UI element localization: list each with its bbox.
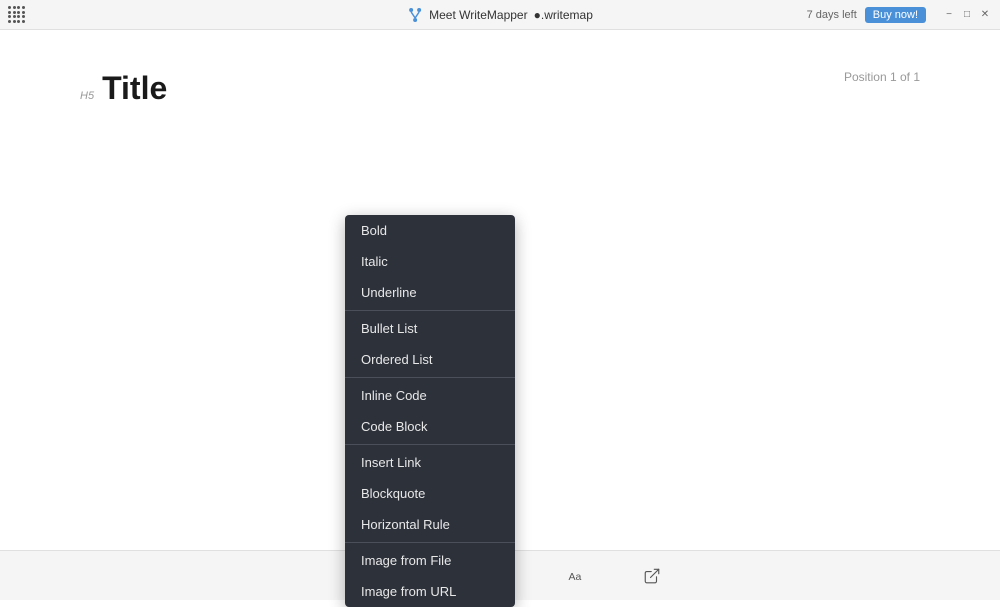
days-left: 7 days left	[807, 9, 857, 21]
menu-divider-3	[345, 444, 515, 445]
font-size-icon: Aa	[567, 567, 585, 585]
grid-icon[interactable]	[8, 6, 22, 23]
close-button[interactable]: ✕	[978, 8, 992, 22]
export-icon	[643, 567, 661, 585]
logo-icon	[407, 7, 423, 23]
export-button[interactable]	[634, 558, 670, 594]
app-domain: ●.writemap	[534, 8, 593, 22]
menu-divider-4	[345, 542, 515, 543]
app-title-bar: Meet WriteMapper ●.writemap	[407, 7, 593, 23]
menu-item-underline[interactable]: Underline	[345, 277, 515, 308]
doc-title[interactable]: Title	[102, 70, 167, 107]
menu-item-horizontal-rule[interactable]: Horizontal Rule	[345, 509, 515, 540]
menu-item-code-block[interactable]: Code Block	[345, 411, 515, 442]
menu-item-image-from-url[interactable]: Image from URL	[345, 576, 515, 607]
document-area: H5 Title Position 1 of 1	[0, 30, 1000, 167]
menu-divider-1	[345, 310, 515, 311]
window-controls: − □ ✕	[942, 8, 992, 22]
svg-text:Aa: Aa	[569, 570, 582, 582]
menu-item-bold[interactable]: Bold	[345, 215, 515, 246]
context-menu: Bold Italic Underline Bullet List Ordere…	[345, 215, 515, 607]
title-bar-left	[8, 6, 22, 23]
main-content: H5 Title Position 1 of 1 Bold Italic Und…	[0, 30, 1000, 550]
maximize-button[interactable]: □	[960, 8, 974, 22]
menu-item-blockquote[interactable]: Blockquote	[345, 478, 515, 509]
menu-item-bullet-list[interactable]: Bullet List	[345, 313, 515, 344]
title-bar-right: 7 days left Buy now! − □ ✕	[807, 7, 992, 23]
menu-item-insert-link[interactable]: Insert Link	[345, 447, 515, 478]
doc-header: H5 Title	[80, 70, 920, 107]
font-button[interactable]: Aa	[558, 558, 594, 594]
menu-item-italic[interactable]: Italic	[345, 246, 515, 277]
position-indicator: Position 1 of 1	[844, 70, 920, 84]
menu-divider-2	[345, 377, 515, 378]
menu-item-inline-code[interactable]: Inline Code	[345, 380, 515, 411]
minimize-button[interactable]: −	[942, 8, 956, 22]
menu-item-image-from-file[interactable]: Image from File	[345, 545, 515, 576]
heading-tag: H5	[80, 90, 94, 102]
buy-now-button[interactable]: Buy now!	[865, 7, 926, 23]
menu-item-ordered-list[interactable]: Ordered List	[345, 344, 515, 375]
title-bar: Meet WriteMapper ●.writemap 7 days left …	[0, 0, 1000, 30]
app-name: Meet WriteMapper	[429, 8, 527, 22]
